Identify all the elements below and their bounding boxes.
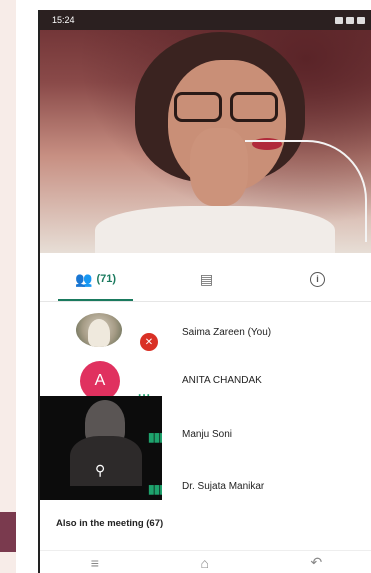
- battery-icon: [357, 16, 365, 24]
- tab-people[interactable]: 👥 (71): [40, 257, 151, 301]
- menu-nav-icon[interactable]: ≡: [91, 555, 99, 571]
- participant-row[interactable]: ✕ Saima Zareen (You): [40, 305, 371, 355]
- participant-name: ANITA CHANDAK: [182, 375, 262, 386]
- tab-info[interactable]: i: [262, 257, 371, 301]
- wifi-icon: [346, 16, 354, 24]
- mic-muted-icon: ✕: [140, 333, 158, 351]
- page-accent-block: [0, 512, 16, 552]
- status-time: 15:24: [52, 15, 75, 25]
- status-icons: [335, 16, 365, 24]
- audio-level-icon: ▮▮▮: [148, 430, 162, 444]
- tab-people-count: (71): [96, 273, 116, 285]
- android-nav-bar: ≡ ⌂ ↶: [40, 550, 371, 573]
- participant-name: Manju Soni: [182, 429, 233, 440]
- main-video-feed[interactable]: [40, 10, 371, 253]
- tab-chat[interactable]: ▤: [151, 257, 262, 301]
- pin-icon[interactable]: ⚲: [95, 462, 109, 480]
- video-person-glasses: [174, 92, 278, 122]
- phone-screen: 15:24 👥 (71) ▤ i ✕ Saima Zareen (You) A: [38, 10, 371, 573]
- audio-level-icon: ▮▮▮: [148, 482, 162, 496]
- signal-icon: [335, 16, 343, 24]
- also-in-meeting-header: Also in the meeting (67): [56, 518, 164, 529]
- avatar: [76, 313, 122, 347]
- background-page-strip: [0, 0, 16, 573]
- meeting-tabs: 👥 (71) ▤ i: [40, 257, 371, 302]
- status-bar: 15:24: [40, 10, 371, 30]
- info-icon: i: [310, 271, 325, 287]
- avatar: A: [80, 361, 120, 401]
- participant-name: Saima Zareen (You): [182, 327, 272, 338]
- video-person-hand: [190, 128, 248, 206]
- people-icon: 👥: [75, 270, 93, 287]
- chat-icon: ▤: [199, 270, 214, 287]
- back-nav-icon[interactable]: ↶: [310, 554, 322, 571]
- participant-video-tile[interactable]: ▮▮▮ ⚲ ▮▮▮: [40, 396, 162, 500]
- video-person-shirt: [95, 206, 335, 253]
- participant-name: Dr. Sujata Manikar: [182, 481, 265, 492]
- home-nav-icon[interactable]: ⌂: [200, 555, 208, 571]
